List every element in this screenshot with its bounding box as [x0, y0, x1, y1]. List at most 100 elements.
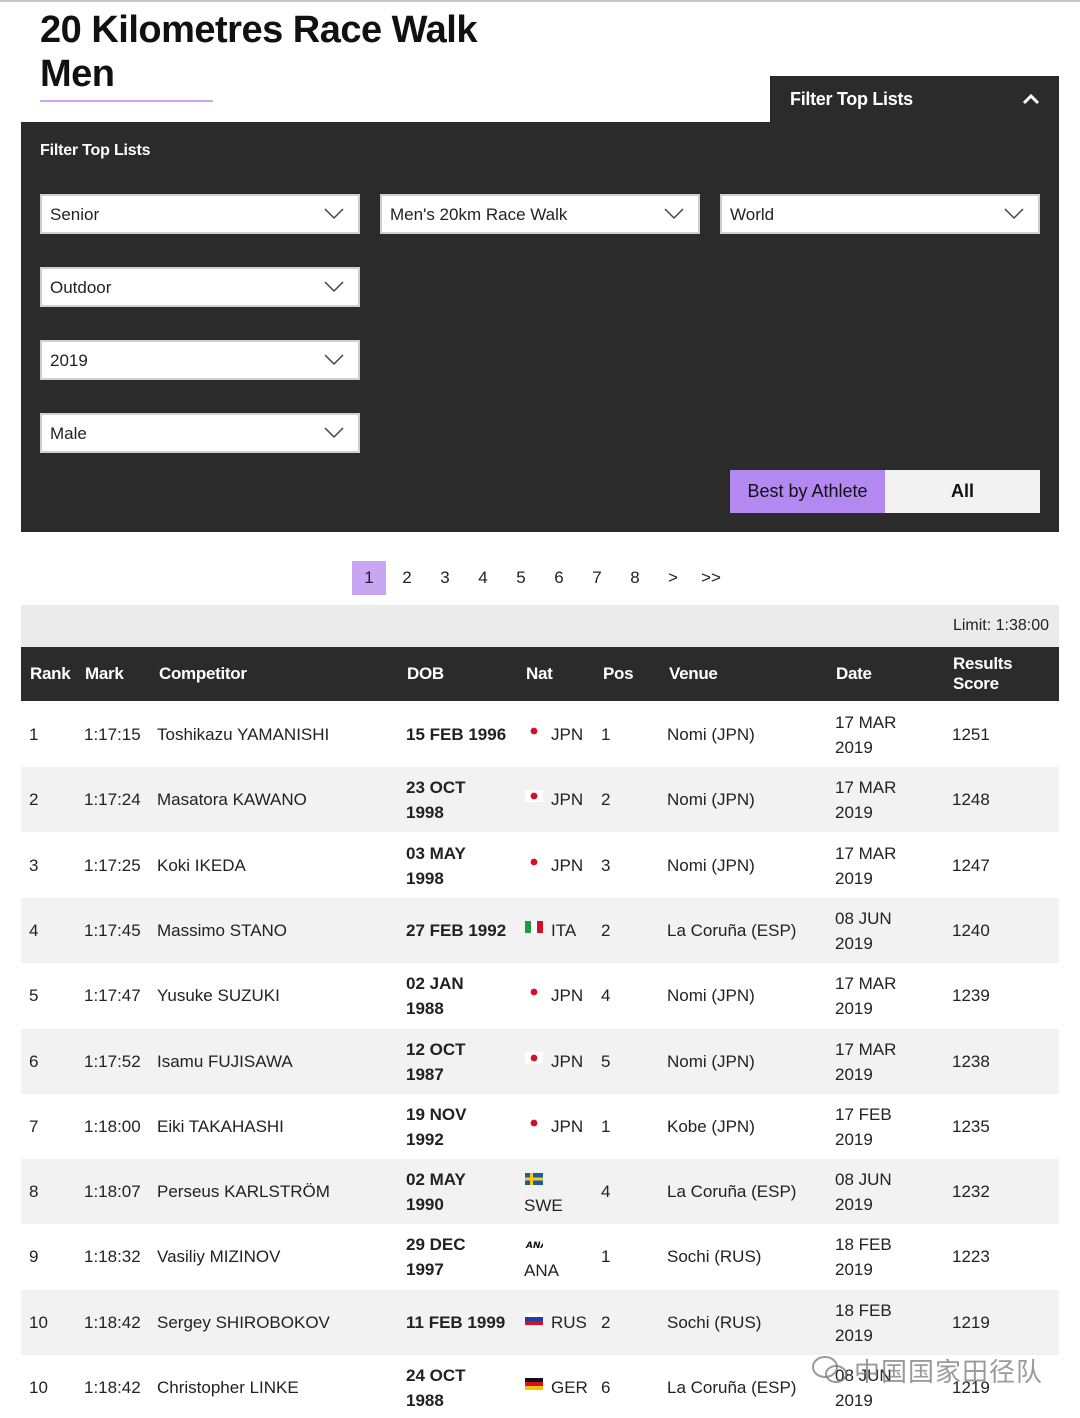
- page-link[interactable]: 8: [618, 561, 652, 595]
- col-results-score: Results Score: [953, 654, 1013, 694]
- filter-tab-label: Filter Top Lists: [790, 89, 913, 109]
- table-row[interactable]: 4 1:17:45 Massimo STANO 27 FEB 1992 ITA 2 La C…: [21, 897, 1059, 963]
- table-row[interactable]: 10 1:18:42 Sergey SHIROBOKOV 11 FEB 1999 RUS…: [21, 1289, 1059, 1355]
- table-row[interactable]: 5 1:17:47 Yusuke SUZUKI 02 JAN 1988 JPN 4 Nomi …: [21, 963, 1059, 1028]
- dob-cell: 11 FEB 1999: [406, 1312, 506, 1332]
- date-year: 2019: [835, 868, 873, 888]
- date-year: 2019: [835, 1195, 873, 1215]
- results-score-cell: 1232: [952, 1182, 990, 1202]
- competitor-link[interactable]: Isamu FUJISAWA: [157, 1049, 293, 1074]
- best-by-athlete-button[interactable]: Best by Athlete: [730, 470, 885, 513]
- date-year: 2019: [835, 803, 873, 823]
- results-score-cell: 1238: [952, 1051, 990, 1071]
- col-mark: Mark: [85, 664, 124, 683]
- page-link[interactable]: 4: [466, 561, 500, 595]
- page-link[interactable]: 3: [428, 561, 462, 595]
- mark-cell: 1:18:32: [84, 1247, 141, 1267]
- competitor-link[interactable]: Sergey SHIROBOKOV: [157, 1310, 330, 1335]
- nat-code: JPN: [551, 986, 584, 1006]
- competitor-link[interactable]: Vasiliy MIZINOV: [157, 1244, 280, 1269]
- limit-bar: Limit: 1:38:00: [21, 605, 1059, 647]
- results-score-cell: 1219: [952, 1312, 990, 1332]
- venue-cell: La Coruña (ESP): [667, 920, 797, 940]
- all-results-button[interactable]: All: [885, 470, 1040, 513]
- dob-day-month: 23 OCT: [406, 778, 466, 798]
- filter-toggle-tab[interactable]: Filter Top Lists: [770, 76, 1059, 123]
- page-link[interactable]: 6: [542, 561, 576, 595]
- page-title-line1: 20 Kilometres Race Walk: [40, 9, 477, 51]
- year-select[interactable]: 2019: [40, 340, 360, 380]
- select-value: Male: [50, 424, 87, 443]
- date-year: 2019: [835, 999, 873, 1019]
- dob-year: 1988: [406, 999, 444, 1019]
- select-value: Outdoor: [50, 278, 112, 297]
- venue-cell: Nomi (JPN): [667, 855, 755, 875]
- watermark-text: 中国国家田径队: [854, 1357, 1044, 1387]
- competitor-link[interactable]: Masatora KAWANO: [157, 787, 307, 812]
- ana-flag-icon: ANA: [525, 1241, 543, 1250]
- position-cell: 6: [601, 1378, 611, 1397]
- mark-cell: 1:17:15: [84, 725, 141, 744]
- position-cell: 5: [601, 1051, 611, 1071]
- chevron-up-icon: [1022, 93, 1040, 105]
- position-cell: 4: [601, 1182, 611, 1202]
- age-category-select[interactable]: Senior: [40, 194, 360, 234]
- table-row[interactable]: 7 1:18:00 Eiki TAKAHASHI 19 NOV 1992 JPN 1 Kobe…: [21, 1094, 1059, 1159]
- col-date: Date: [836, 664, 872, 683]
- page-link[interactable]: >: [656, 561, 690, 595]
- competitor-link[interactable]: Eiki TAKAHASHI: [157, 1114, 284, 1139]
- table-row[interactable]: 6 1:17:52 Isamu FUJISAWA 12 OCT 1987 JPN 5 Nomi…: [21, 1028, 1059, 1094]
- competitor-link[interactable]: Yusuke SUZUKI: [157, 983, 280, 1008]
- table-row[interactable]: 2 1:17:24 Masatora KAWANO 23 OCT 1998 JPN 2 Nom…: [21, 767, 1059, 833]
- competitor-link[interactable]: Massimo STANO: [157, 918, 287, 943]
- col-pos: Pos: [603, 664, 634, 683]
- top-divider: [0, 0, 1080, 2]
- page-link[interactable]: 7: [580, 561, 614, 595]
- competitor-link[interactable]: Christopher LINKE: [157, 1375, 299, 1400]
- competitor-link[interactable]: Perseus KARLSTRÖM: [157, 1179, 330, 1204]
- date-year: 2019: [835, 1129, 873, 1149]
- region-select[interactable]: World: [720, 194, 1040, 234]
- dob-day-month: 24 OCT: [406, 1366, 466, 1385]
- dob-year: 1998: [406, 803, 444, 823]
- dob-day-month: 03 MAY: [406, 843, 466, 863]
- mark-cell: 1:18:07: [84, 1182, 141, 1202]
- table-row[interactable]: 3 1:17:25 Koki IKEDA 03 MAY 1998 JPN 3 Nomi (JP…: [21, 833, 1059, 898]
- gender-select[interactable]: Male: [40, 413, 360, 453]
- date-year: 2019: [835, 1391, 873, 1410]
- col-rank: Rank: [30, 664, 71, 683]
- chevron-down-icon: [324, 354, 344, 366]
- mark-cell: 1:18:42: [84, 1312, 141, 1332]
- rank-cell: 8: [29, 1182, 39, 1202]
- chevron-down-icon: [324, 427, 344, 439]
- page-link[interactable]: 2: [390, 561, 424, 595]
- venue-cell: La Coruña (ESP): [667, 1378, 797, 1397]
- position-cell: 1: [601, 725, 611, 744]
- table-row[interactable]: 1 1:17:15 Toshikazu YAMANISHI 15 FEB 1996 JP…: [21, 702, 1059, 767]
- environment-select[interactable]: Outdoor: [40, 267, 360, 307]
- nat-code: ANA: [524, 1261, 559, 1281]
- rank-cell: 3: [29, 855, 39, 875]
- table-row[interactable]: 9 1:18:32 Vasiliy MIZINOV 29 DEC 1997 ANA ANA 1…: [21, 1224, 1059, 1289]
- table-row[interactable]: 8 1:18:07 Perseus KARLSTRÖM 02 MAY 1990 SWE 4 L…: [21, 1159, 1059, 1225]
- mark-cell: 1:17:45: [84, 920, 141, 940]
- competitor-link[interactable]: Toshikazu YAMANISHI: [157, 722, 329, 747]
- discipline-select[interactable]: Men's 20km Race Walk: [380, 194, 700, 234]
- position-cell: 1: [601, 1116, 611, 1136]
- results-score-cell: 1248: [952, 790, 990, 810]
- date-day-month: 17 FEB: [835, 1104, 892, 1124]
- mark-cell: 1:17:25: [84, 855, 141, 875]
- mark-cell: 1:17:47: [84, 986, 141, 1006]
- page-link[interactable]: 5: [504, 561, 538, 595]
- position-cell: 2: [601, 920, 611, 940]
- venue-cell: Nomi (JPN): [667, 725, 755, 744]
- competitor-link[interactable]: Koki IKEDA: [157, 853, 246, 878]
- page-link[interactable]: >>: [694, 561, 728, 595]
- dob-day-month: 12 OCT: [406, 1039, 466, 1059]
- date-day-month: 18 FEB: [835, 1235, 892, 1255]
- venue-cell: La Coruña (ESP): [667, 1182, 797, 1202]
- position-cell: 1: [601, 1247, 611, 1267]
- select-value: 2019: [50, 351, 88, 370]
- dob-year: 1987: [406, 1064, 444, 1084]
- page-link[interactable]: 1: [352, 561, 386, 595]
